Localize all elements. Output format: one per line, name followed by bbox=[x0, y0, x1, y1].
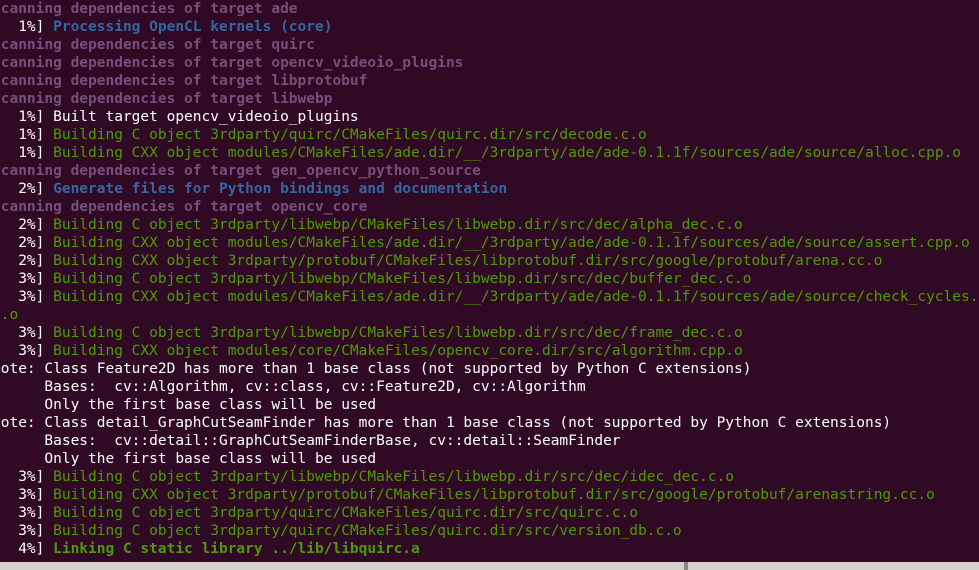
progress-percent: [ 1%] bbox=[0, 127, 45, 143]
progress-percent: [ 4%] bbox=[0, 541, 45, 557]
line-text: Bases: cv::Algorithm, cv::class, cv::Fea… bbox=[0, 379, 586, 395]
terminal-line: [ 3%] Building CXX object modules/CMakeF… bbox=[0, 288, 979, 306]
line-text: Building C object 3rdparty/libwebp/CMake… bbox=[53, 217, 743, 233]
progress-percent: [ 3%] bbox=[0, 523, 45, 539]
terminal-line: p.o bbox=[0, 306, 979, 324]
progress-percent: [ 1%] bbox=[0, 109, 45, 125]
terminal-line: Bases: cv::detail::GraphCutSeamFinderBas… bbox=[0, 432, 979, 450]
progress-percent: [ 2%] bbox=[0, 235, 45, 251]
line-text: Building CXX object modules/core/CMakeFi… bbox=[53, 343, 743, 359]
terminal-line: [ 3%] Building CXX object 3rdparty/proto… bbox=[0, 486, 979, 504]
progress-percent: [ 3%] bbox=[0, 343, 45, 359]
progress-percent: [ 3%] bbox=[0, 469, 45, 485]
terminal-line: Bases: cv::Algorithm, cv::class, cv::Fea… bbox=[0, 378, 979, 396]
terminal-line: Scanning dependencies of target opencv_v… bbox=[0, 54, 979, 72]
line-text: Building C object 3rdparty/libwebp/CMake… bbox=[53, 325, 743, 341]
line-text: Building CXX object 3rdparty/protobuf/CM… bbox=[53, 487, 935, 503]
line-text: Building C object 3rdparty/quirc/CMakeFi… bbox=[53, 523, 682, 539]
line-text: Building C object 3rdparty/libwebp/CMake… bbox=[53, 271, 752, 287]
line-text: Generate files for Python bindings and d… bbox=[53, 181, 508, 197]
terminal-line: Scanning dependencies of target opencv_c… bbox=[0, 198, 979, 216]
terminal-line: [ 3%] Building C object 3rdparty/libwebp… bbox=[0, 324, 979, 342]
terminal-line: [ 2%] Building CXX object modules/CMakeF… bbox=[0, 234, 979, 252]
terminal-output[interactable]: Scanning dependencies of target ade[ 1%]… bbox=[0, 0, 979, 562]
line-text: Only the first base class will be used bbox=[0, 397, 377, 413]
terminal-line: Scanning dependencies of target gen_open… bbox=[0, 162, 979, 180]
line-text: Bases: cv::detail::GraphCutSeamFinderBas… bbox=[0, 433, 621, 449]
line-text: Scanning dependencies of target gen_open… bbox=[0, 163, 481, 179]
progress-percent: [ 3%] bbox=[0, 271, 45, 287]
line-text: Note: Class detail_GraphCutSeamFinder ha… bbox=[0, 415, 892, 431]
terminal-line: Note: Class detail_GraphCutSeamFinder ha… bbox=[0, 414, 979, 432]
line-text: Linking C static library ../lib/libquirc… bbox=[53, 541, 420, 557]
terminal-line: [ 2%] Building CXX object 3rdparty/proto… bbox=[0, 252, 979, 270]
line-text: p.o bbox=[0, 307, 19, 323]
line-text: Note: Class Feature2D has more than 1 ba… bbox=[0, 361, 752, 377]
terminal-line: [ 4%] Linking C static library ../lib/li… bbox=[0, 540, 979, 558]
line-text: Only the first base class will be used bbox=[0, 451, 377, 467]
progress-percent: [ 2%] bbox=[0, 217, 45, 233]
terminal-line: [ 3%] Building CXX object modules/core/C… bbox=[0, 342, 979, 360]
terminal-line: [ 3%] Building C object 3rdparty/libwebp… bbox=[0, 468, 979, 486]
progress-percent: [ 3%] bbox=[0, 289, 45, 305]
terminal-line: [ 3%] Building C object 3rdparty/quirc/C… bbox=[0, 504, 979, 522]
line-text: Scanning dependencies of target opencv_c… bbox=[0, 199, 368, 215]
resize-handle[interactable] bbox=[684, 562, 688, 570]
terminal-line: [ 2%] Building C object 3rdparty/libwebp… bbox=[0, 216, 979, 234]
progress-percent: [ 1%] bbox=[0, 19, 45, 35]
progress-percent: [ 2%] bbox=[0, 181, 45, 197]
window-bottom-edge bbox=[0, 562, 979, 570]
line-text: Building C object 3rdparty/quirc/CMakeFi… bbox=[53, 505, 639, 521]
line-text: Scanning dependencies of target libwebp bbox=[0, 91, 333, 107]
progress-percent: [ 1%] bbox=[0, 145, 45, 161]
progress-percent: [ 3%] bbox=[0, 325, 45, 341]
terminal-line: [ 3%] Building C object 3rdparty/quirc/C… bbox=[0, 522, 979, 540]
terminal-line: [ 3%] Building C object 3rdparty/libwebp… bbox=[0, 270, 979, 288]
line-text: Processing OpenCL kernels (core) bbox=[53, 19, 333, 35]
terminal-line: [ 2%] Generate files for Python bindings… bbox=[0, 180, 979, 198]
terminal-line: [ 1%] Building C object 3rdparty/quirc/C… bbox=[0, 126, 979, 144]
terminal-line: Scanning dependencies of target libwebp bbox=[0, 90, 979, 108]
progress-percent: [ 3%] bbox=[0, 487, 45, 503]
terminal-line: [ 1%] Processing OpenCL kernels (core) bbox=[0, 18, 979, 36]
line-text: Building C object 3rdparty/libwebp/CMake… bbox=[53, 469, 735, 485]
progress-percent: [ 2%] bbox=[0, 253, 45, 269]
line-text: Building CXX object 3rdparty/protobuf/CM… bbox=[53, 253, 883, 269]
line-text: Building CXX object modules/CMakeFiles/a… bbox=[53, 145, 962, 161]
line-text: Scanning dependencies of target quirc bbox=[0, 37, 316, 53]
terminal-line: [ 1%] Building CXX object modules/CMakeF… bbox=[0, 144, 979, 162]
terminal-line: Only the first base class will be used bbox=[0, 450, 979, 468]
progress-percent: [ 3%] bbox=[0, 505, 45, 521]
line-text: Building CXX object modules/CMakeFiles/a… bbox=[53, 289, 979, 305]
terminal-line: Note: Class Feature2D has more than 1 ba… bbox=[0, 360, 979, 378]
terminal-line: Scanning dependencies of target ade bbox=[0, 0, 979, 18]
terminal-line: Scanning dependencies of target quirc bbox=[0, 36, 979, 54]
line-text: Scanning dependencies of target libproto… bbox=[0, 73, 368, 89]
terminal-line: Scanning dependencies of target libproto… bbox=[0, 72, 979, 90]
line-text: Scanning dependencies of target opencv_v… bbox=[0, 55, 464, 71]
line-text: Scanning dependencies of target ade bbox=[0, 1, 298, 17]
terminal-line: Only the first base class will be used bbox=[0, 396, 979, 414]
line-text: Built target opencv_videoio_plugins bbox=[53, 109, 359, 125]
line-text: Building CXX object modules/CMakeFiles/a… bbox=[53, 235, 970, 251]
terminal-line: [ 1%] Built target opencv_videoio_plugin… bbox=[0, 108, 979, 126]
line-text: Building C object 3rdparty/quirc/CMakeFi… bbox=[53, 127, 647, 143]
